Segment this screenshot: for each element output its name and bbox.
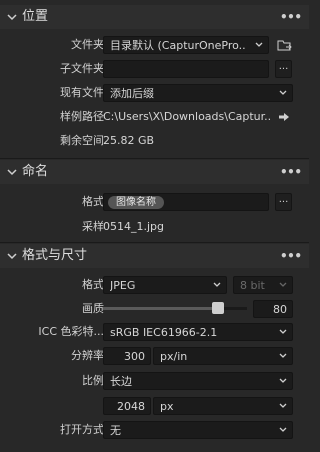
subfolder-token-button[interactable]: ... — [275, 60, 292, 78]
scale-label: 比例 — [82, 374, 104, 387]
format-size-section-title: 格式与尺寸 — [22, 248, 88, 263]
sample-path-label: 样例路径 — [60, 110, 104, 123]
folder-dropdown-value: 目录默认 (CapturOnePro... — [110, 39, 246, 52]
section-divider — [0, 158, 309, 159]
existing-files-dropdown[interactable]: 添加后缀 — [103, 84, 293, 102]
bit-depth-value: 8 bit — [240, 279, 265, 292]
size-input-value: 2048 — [117, 400, 145, 413]
folder-label: 文件夹 — [71, 38, 104, 51]
resolution-input-value: 300 — [124, 350, 145, 363]
naming-format-label: 格式 — [82, 195, 104, 208]
subfolder-input[interactable] — [103, 60, 269, 78]
size-unit-dropdown[interactable]: px — [153, 397, 293, 415]
quality-label: 画质 — [82, 302, 104, 315]
quality-slider-fill — [103, 307, 218, 310]
free-space-value: 25.82 GB — [103, 134, 155, 147]
chevron-down-icon — [279, 353, 287, 358]
quality-slider-thumb[interactable] — [212, 302, 224, 314]
location-more-menu-icon[interactable]: ••• — [280, 11, 302, 23]
chevron-down-icon — [279, 90, 287, 95]
sample-name-label: 采样 — [82, 220, 104, 233]
existing-files-value: 添加后缀 — [110, 87, 154, 100]
location-section-title: 位置 — [22, 9, 49, 24]
chevron-down-icon — [255, 42, 263, 47]
open-with-value: 无 — [110, 424, 121, 437]
free-space-label: 剩余空间 — [60, 134, 104, 147]
file-format-label: 格式 — [82, 278, 104, 291]
icc-profile-label: ICC 色彩特... — [38, 325, 104, 338]
quality-input[interactable]: 80 — [253, 300, 293, 318]
file-format-dropdown[interactable]: JPEG — [103, 276, 227, 294]
chevron-down-icon — [213, 282, 221, 287]
naming-token-button[interactable]: ... — [275, 193, 292, 211]
chevron-down-icon[interactable] — [7, 168, 17, 176]
naming-more-menu-icon[interactable]: ••• — [280, 166, 302, 178]
open-with-label: 打开方式 — [60, 423, 104, 436]
size-unit-value: px — [160, 400, 174, 413]
image-name-token[interactable]: 图像名称 — [108, 196, 164, 209]
quality-slider-track[interactable] — [103, 307, 247, 310]
chevron-down-icon — [279, 282, 287, 287]
resolution-input[interactable]: 300 — [103, 347, 151, 365]
chevron-down-icon — [279, 378, 287, 383]
quality-input-value: 80 — [273, 303, 287, 316]
subfolder-label: 子文件夹 — [60, 62, 104, 75]
bit-depth-dropdown[interactable]: 8 bit — [233, 276, 293, 294]
open-with-dropdown[interactable]: 无 — [103, 421, 293, 439]
naming-section-title: 命名 — [22, 164, 49, 179]
section-divider — [0, 242, 309, 243]
chevron-down-icon — [279, 403, 287, 408]
folder-icon[interactable] — [277, 38, 293, 52]
resolution-label: 分辨率 — [71, 349, 104, 362]
format-size-more-menu-icon[interactable]: ••• — [280, 250, 302, 262]
sample-path-value: C:\Users\X\Downloads\Captur... — [103, 110, 271, 123]
sample-name-value: 0514_1.jpg — [103, 220, 165, 233]
arrow-right-icon[interactable] — [278, 112, 290, 122]
resolution-unit-value: px/in — [160, 350, 188, 363]
chevron-down-icon[interactable] — [7, 252, 17, 260]
naming-format-field[interactable]: 图像名称 — [103, 193, 269, 211]
size-input[interactable]: 2048 — [103, 397, 151, 415]
icc-profile-dropdown[interactable]: sRGB IEC61966-2.1 — [103, 323, 293, 341]
chevron-down-icon[interactable] — [7, 13, 17, 21]
icc-profile-value: sRGB IEC61966-2.1 — [110, 326, 218, 339]
file-format-value: JPEG — [110, 279, 136, 292]
folder-dropdown[interactable]: 目录默认 (CapturOnePro... — [103, 36, 269, 54]
scale-value: 长边 — [110, 375, 132, 388]
resolution-unit-dropdown[interactable]: px/in — [153, 347, 293, 365]
chevron-down-icon — [279, 329, 287, 334]
existing-files-label: 现有文件 — [60, 86, 104, 99]
scale-dropdown[interactable]: 长边 — [103, 372, 293, 390]
chevron-down-icon — [279, 427, 287, 432]
